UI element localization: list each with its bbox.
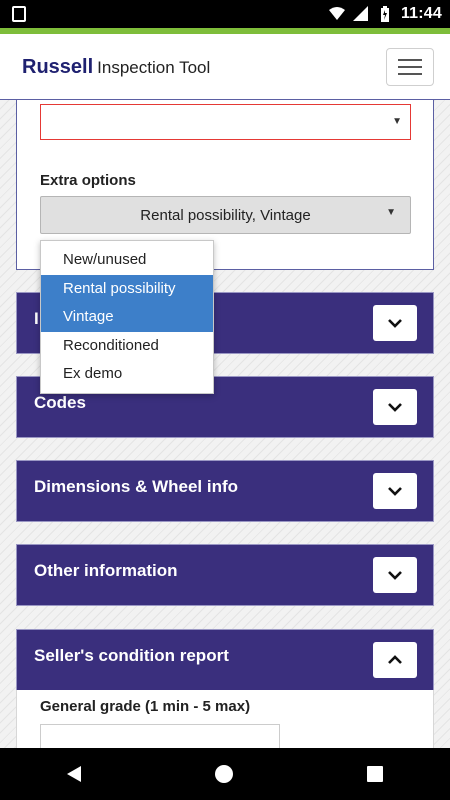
chevron-down-icon	[388, 487, 402, 496]
section-title: Other information	[34, 561, 178, 580]
dropdown-option[interactable]: New/unused	[41, 246, 213, 275]
signal-icon	[352, 6, 368, 21]
required-select[interactable]: ▼	[40, 104, 411, 140]
section-toggle-button[interactable]	[373, 642, 417, 678]
section-dimensions[interactable]: Dimensions & Wheel info	[16, 460, 434, 522]
section-seller-condition-report[interactable]: Seller's condition report	[16, 629, 434, 691]
dropdown-option[interactable]: Ex demo	[41, 360, 213, 389]
section-toggle-button[interactable]	[373, 389, 417, 425]
general-grade-label: General grade (1 min - 5 max)	[40, 698, 251, 715]
extra-options-value: Rental possibility, Vintage	[140, 206, 311, 224]
status-bar: 11:44	[0, 0, 450, 28]
section-title: Seller's condition report	[34, 646, 229, 665]
section-toggle-button[interactable]	[373, 305, 417, 341]
section-toggle-button[interactable]	[373, 557, 417, 593]
home-icon[interactable]	[215, 765, 233, 783]
back-icon[interactable]	[67, 766, 81, 782]
extra-options-dropdown[interactable]: New/unused Rental possibility Vintage Re…	[40, 240, 214, 394]
chevron-down-icon	[388, 571, 402, 580]
system-nav-bar	[0, 748, 450, 800]
chevron-down-icon	[388, 403, 402, 412]
chevron-up-icon	[388, 655, 402, 664]
notification-icon	[12, 6, 26, 22]
section-title: Dimensions & Wheel info	[34, 477, 239, 496]
extra-options-select[interactable]: Rental possibility, Vintage ▼	[40, 196, 411, 234]
general-grade-input[interactable]	[40, 724, 280, 748]
status-time: 11:44	[400, 5, 442, 22]
recent-apps-icon[interactable]	[367, 766, 383, 782]
section-toggle-button[interactable]	[373, 473, 417, 509]
section-title: I	[34, 309, 39, 328]
brand-subtitle: Inspection Tool	[97, 58, 211, 77]
dropdown-option[interactable]: Rental possibility	[41, 274, 213, 303]
dropdown-option[interactable]: Vintage	[41, 303, 213, 332]
chevron-down-icon	[388, 319, 402, 328]
extra-options-label: Extra options	[40, 172, 136, 189]
wifi-icon	[328, 7, 345, 20]
caret-down-icon: ▼	[386, 207, 396, 218]
hamburger-icon	[398, 59, 422, 61]
brand-name: Russell	[22, 56, 94, 78]
condition-report-body: General grade (1 min - 5 max)	[16, 690, 434, 748]
app-header: Russell Inspection Tool	[0, 34, 450, 100]
brand-logo[interactable]: Russell Inspection Tool	[22, 56, 210, 79]
dropdown-option[interactable]: Reconditioned	[41, 332, 213, 361]
section-other-information[interactable]: Other information	[16, 544, 434, 606]
section-title: Codes	[34, 393, 86, 412]
battery-icon	[380, 6, 389, 22]
menu-button[interactable]	[386, 48, 434, 86]
caret-down-icon: ▼	[392, 116, 402, 127]
main-content[interactable]: ▼ Extra options Rental possibility, Vint…	[0, 100, 450, 748]
